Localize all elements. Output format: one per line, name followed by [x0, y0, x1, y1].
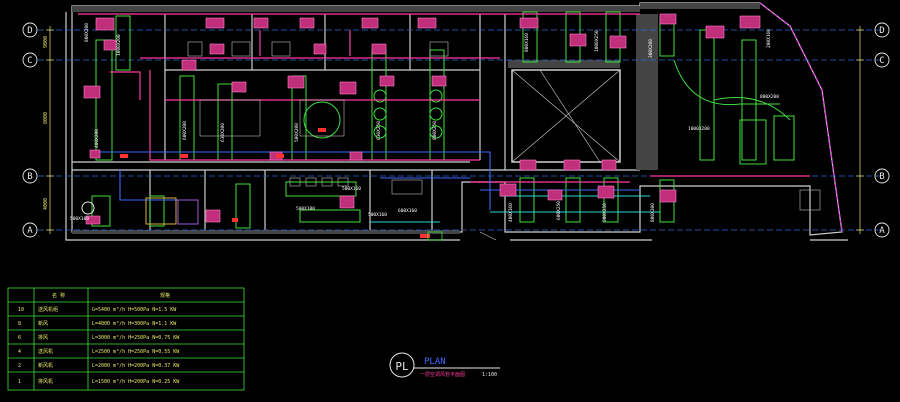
hvac-floor-plan-drawing: D C B A D C B A 9000 8000 4000 800X200 1…: [0, 0, 900, 402]
legend-row-num: 8: [18, 321, 21, 327]
duct-label: 1000X200: [116, 34, 122, 56]
axis-label-b-left: B: [27, 172, 32, 182]
legend-row-num: 1: [18, 379, 21, 385]
legend-row-num: 2: [18, 363, 21, 369]
legend-row-num: 10: [18, 307, 24, 313]
duct-label: 630X250: [376, 121, 382, 140]
duct-label: 500X100: [296, 206, 315, 212]
duct-label: 500X250: [602, 203, 608, 222]
axis-label-c-right: C: [879, 56, 884, 66]
drawing-title: PLAN: [424, 357, 446, 367]
duct-label: 600X200: [182, 121, 188, 140]
duct-label: 630X200: [220, 123, 226, 142]
duct-label: 800X250: [432, 121, 438, 140]
title-symbol: PL: [395, 360, 409, 373]
legend-row-name: 新风机: [38, 362, 53, 369]
legend-row-name: 排风机: [38, 378, 53, 385]
axis-label-a-right: A: [879, 226, 885, 236]
dim-label-ba: 4000: [43, 198, 49, 210]
legend-row-num: 4: [18, 349, 21, 355]
duct-label: 800X200: [760, 94, 779, 100]
axis-label-b-right: B: [879, 172, 884, 182]
duct-label: 500X200: [294, 123, 300, 142]
axis-label-a-left: A: [27, 226, 33, 236]
legend-row-name: 送风机: [38, 348, 53, 355]
duct-label: 200X160: [766, 29, 772, 48]
duct-label: 800X200: [650, 203, 656, 222]
legend-row-name: 排风: [38, 334, 48, 341]
axis-label-c-left: C: [27, 56, 32, 66]
dim-label-dc: 9000: [43, 36, 49, 48]
duct-label: 600X160: [398, 208, 417, 214]
drawing-subtitle: 一层空调风管平面图: [420, 371, 465, 378]
duct-label: 500X160: [342, 186, 361, 192]
duct-label: 800X160: [524, 33, 530, 52]
legend-row-spec: L=3000 m³/h H=250Pa N=0.75 KW: [92, 335, 180, 341]
legend-row-spec: L=1500 m³/h H=200Pa N=0.25 KW: [92, 379, 180, 385]
legend-row-num: 6: [18, 335, 21, 341]
duct-label: 800X200: [84, 23, 90, 42]
duct-label: 400X160: [508, 203, 514, 222]
duct-label: 500X160: [368, 212, 387, 218]
duct-label: 300X200: [648, 39, 654, 58]
legend-row-spec: G=5400 m³/h H=500Pa N=1.5 KW: [92, 307, 177, 313]
duct-label: 600X250: [556, 201, 562, 220]
legend-row-spec: L=2500 m³/h H=250Pa N=0.55 KW: [92, 349, 180, 355]
legend-row-spec: L=2000 m³/h H=200Pa N=0.37 KW: [92, 363, 180, 369]
legend-row-name: 送风机组: [38, 306, 58, 313]
legend-row-name: 新风: [38, 320, 48, 327]
duct-label: 1000X250: [594, 30, 600, 52]
legend-header-name: 名 称: [52, 292, 65, 299]
dim-label-cb: 8000: [43, 112, 49, 124]
legend-header-spec: 规格: [160, 292, 170, 299]
axis-label-d-right: D: [879, 26, 884, 36]
duct-label: 500X100: [70, 216, 89, 222]
drawing-scale: 1:100: [482, 372, 497, 378]
duct-label: 400X200: [94, 129, 100, 148]
legend-row-spec: L=4000 m³/h H=300Pa N=1.1 KW: [92, 321, 177, 327]
duct-label: 1000X200: [688, 126, 710, 132]
axis-label-d-left: D: [27, 26, 32, 36]
